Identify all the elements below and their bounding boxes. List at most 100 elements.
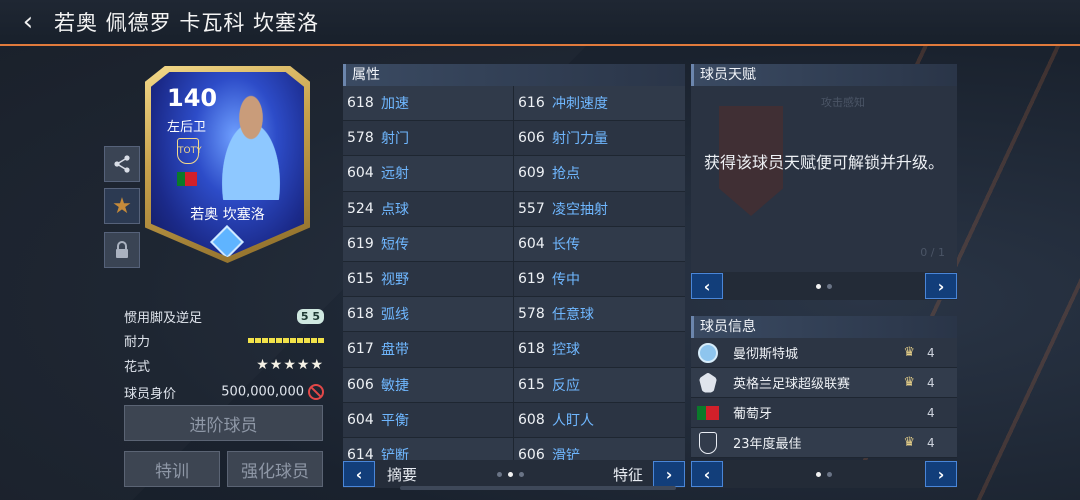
favorite-button[interactable]: ★ xyxy=(104,188,140,224)
attribute-row: 619 短传 604 长传 xyxy=(343,226,685,262)
page-title: 若奥 佩德罗 卡瓦科 坎塞洛 xyxy=(54,11,320,35)
attribute-cell[interactable]: 615 视野 xyxy=(343,261,514,297)
player-info-next-button[interactable]: › xyxy=(925,461,957,487)
attribute-cell[interactable]: 616 冲刺速度 xyxy=(514,86,685,120)
price-label: 球员身价 xyxy=(124,386,177,402)
attribute-value: 616 xyxy=(518,95,545,112)
card-position: 左后卫 xyxy=(167,120,207,135)
player-info-header: 球员信息 xyxy=(691,316,957,338)
attribute-cell[interactable]: 604 长传 xyxy=(514,227,685,261)
flag-icon xyxy=(697,402,719,424)
back-button[interactable]: ‹ xyxy=(8,0,48,45)
attributes-prev-button[interactable]: ‹ xyxy=(343,461,375,487)
player-info-count: 4 xyxy=(927,375,935,390)
skill-row: 花式 ★★★★★ xyxy=(124,353,324,377)
advance-player-button[interactable]: 进阶球员 xyxy=(124,405,323,441)
foot-label: 惯用脚及逆足 xyxy=(124,310,203,326)
attribute-value: 615 xyxy=(518,376,545,393)
talent-nav: ‹ › xyxy=(691,272,957,300)
stamina-row: 耐力 xyxy=(124,328,324,352)
attribute-cell[interactable]: 614 铲断 xyxy=(343,437,514,460)
share-icon xyxy=(114,155,130,173)
attribute-value: 618 xyxy=(347,95,374,112)
attribute-row: 604 远射 609 抢点 xyxy=(343,156,685,192)
attribute-cell[interactable]: 604 远射 xyxy=(343,156,514,191)
skill-stars: ★★★★★ xyxy=(256,357,324,373)
attribute-cell[interactable]: 606 射门力量 xyxy=(514,121,685,155)
talent-prev-button[interactable]: ‹ xyxy=(691,273,723,299)
attribute-cell[interactable]: 617 盘带 xyxy=(343,332,514,367)
club-icon xyxy=(697,342,719,364)
attribute-cell[interactable]: 606 敏捷 xyxy=(343,367,514,402)
card-player-name: 若奥 坎塞洛 xyxy=(190,207,265,223)
player-card[interactable]: 140 左后卫 TOTY 若奥 坎塞洛 xyxy=(145,66,310,263)
player-info-page-dots xyxy=(816,471,832,477)
player-info-row[interactable]: 英格兰足球超级联赛 ♛ 4 xyxy=(691,368,957,398)
player-info-row[interactable]: 23年度最佳 ♛ 4 xyxy=(691,428,957,458)
attribute-name: 凌空抽射 xyxy=(552,201,608,218)
player-info-row[interactable]: 葡萄牙 4 xyxy=(691,398,957,428)
player-info-name: 英格兰足球超级联赛 xyxy=(733,377,851,392)
player-info-nav: ‹ › xyxy=(691,460,957,488)
attribute-cell[interactable]: 608 人盯人 xyxy=(514,403,685,437)
player-info-name: 曼彻斯特城 xyxy=(733,347,799,362)
attribute-name: 点球 xyxy=(381,201,409,218)
skill-label: 花式 xyxy=(124,359,151,375)
attribute-cell[interactable]: 524 点球 xyxy=(343,191,514,226)
player-info-count: 4 xyxy=(927,345,935,360)
attribute-row: 614 铲断 606 滑铲 xyxy=(343,437,685,460)
not-tradable-icon xyxy=(308,384,324,400)
attribute-value: 604 xyxy=(347,165,374,182)
attribute-value: 606 xyxy=(347,376,374,393)
attribute-cell[interactable]: 618 控球 xyxy=(514,332,685,366)
attribute-name: 滑铲 xyxy=(552,447,580,460)
talent-page-dots xyxy=(816,283,832,289)
attribute-cell[interactable]: 618 加速 xyxy=(343,86,514,121)
talent-message: 获得该球员天赋便可解锁并升级。 xyxy=(703,153,944,172)
attribute-name: 传中 xyxy=(552,272,580,289)
attribute-name: 反应 xyxy=(552,377,580,394)
attribute-value: 557 xyxy=(518,200,545,217)
attribute-row: 618 加速 616 冲刺速度 xyxy=(343,86,685,122)
attribute-value: 614 xyxy=(347,446,374,460)
attribute-name: 任意球 xyxy=(552,307,594,324)
share-button[interactable] xyxy=(104,146,140,182)
attribute-name: 铲断 xyxy=(381,447,409,460)
attribute-cell[interactable]: 578 射门 xyxy=(343,121,514,156)
attribute-cell[interactable]: 609 抢点 xyxy=(514,156,685,190)
lock-button[interactable] xyxy=(104,232,140,268)
player-portrait xyxy=(206,90,296,200)
foot-row: 惯用脚及逆足 5 5 xyxy=(124,304,324,328)
attribute-cell[interactable]: 578 任意球 xyxy=(514,297,685,331)
attributes-table[interactable]: 618 加速 616 冲刺速度 578 射门 606 射门力量 604 远射 609 抢点 524 点球 5… xyxy=(343,86,685,460)
attribute-cell[interactable]: 619 传中 xyxy=(514,262,685,296)
attributes-next-button[interactable]: › xyxy=(653,461,685,487)
attribute-value: 619 xyxy=(347,235,374,252)
attribute-cell[interactable]: 557 凌空抽射 xyxy=(514,192,685,226)
summary-tab[interactable]: 摘要 xyxy=(387,464,417,485)
attribute-name: 远射 xyxy=(381,166,409,183)
price-row: 球员身价 500,000,000 xyxy=(124,380,324,404)
training-button[interactable]: 特训 xyxy=(124,451,220,487)
talent-next-button[interactable]: › xyxy=(925,273,957,299)
player-info-name: 葡萄牙 xyxy=(733,407,773,422)
foot-value-badge: 5 5 xyxy=(296,308,324,324)
attribute-cell[interactable]: 606 滑铲 xyxy=(514,438,685,460)
card-rating: 140 xyxy=(167,84,218,112)
player-info-prev-button[interactable]: ‹ xyxy=(691,461,723,487)
traits-tab[interactable]: 特征 xyxy=(613,464,643,485)
attribute-cell[interactable]: 604 平衡 xyxy=(343,402,514,437)
season-badge-icon: TOTY xyxy=(177,138,202,164)
talent-panel: 攻击感知 获得该球员天赋便可解锁并升级。 0 / 1 xyxy=(691,86,957,272)
upgrade-player-button[interactable]: 强化球员 xyxy=(227,451,323,487)
attribute-cell[interactable]: 618 弧线 xyxy=(343,297,514,332)
scrollbar[interactable] xyxy=(400,486,676,490)
player-info-row[interactable]: 曼彻斯特城 ♛ 4 xyxy=(691,338,957,368)
attribute-cell[interactable]: 615 反应 xyxy=(514,368,685,402)
attribute-row: 606 敏捷 615 反应 xyxy=(343,367,685,403)
talent-count: 0 / 1 xyxy=(920,246,945,259)
lock-icon xyxy=(116,241,128,258)
league-icon xyxy=(697,372,719,394)
attributes-header: 属性 xyxy=(343,64,685,86)
attribute-cell[interactable]: 619 短传 xyxy=(343,226,514,261)
